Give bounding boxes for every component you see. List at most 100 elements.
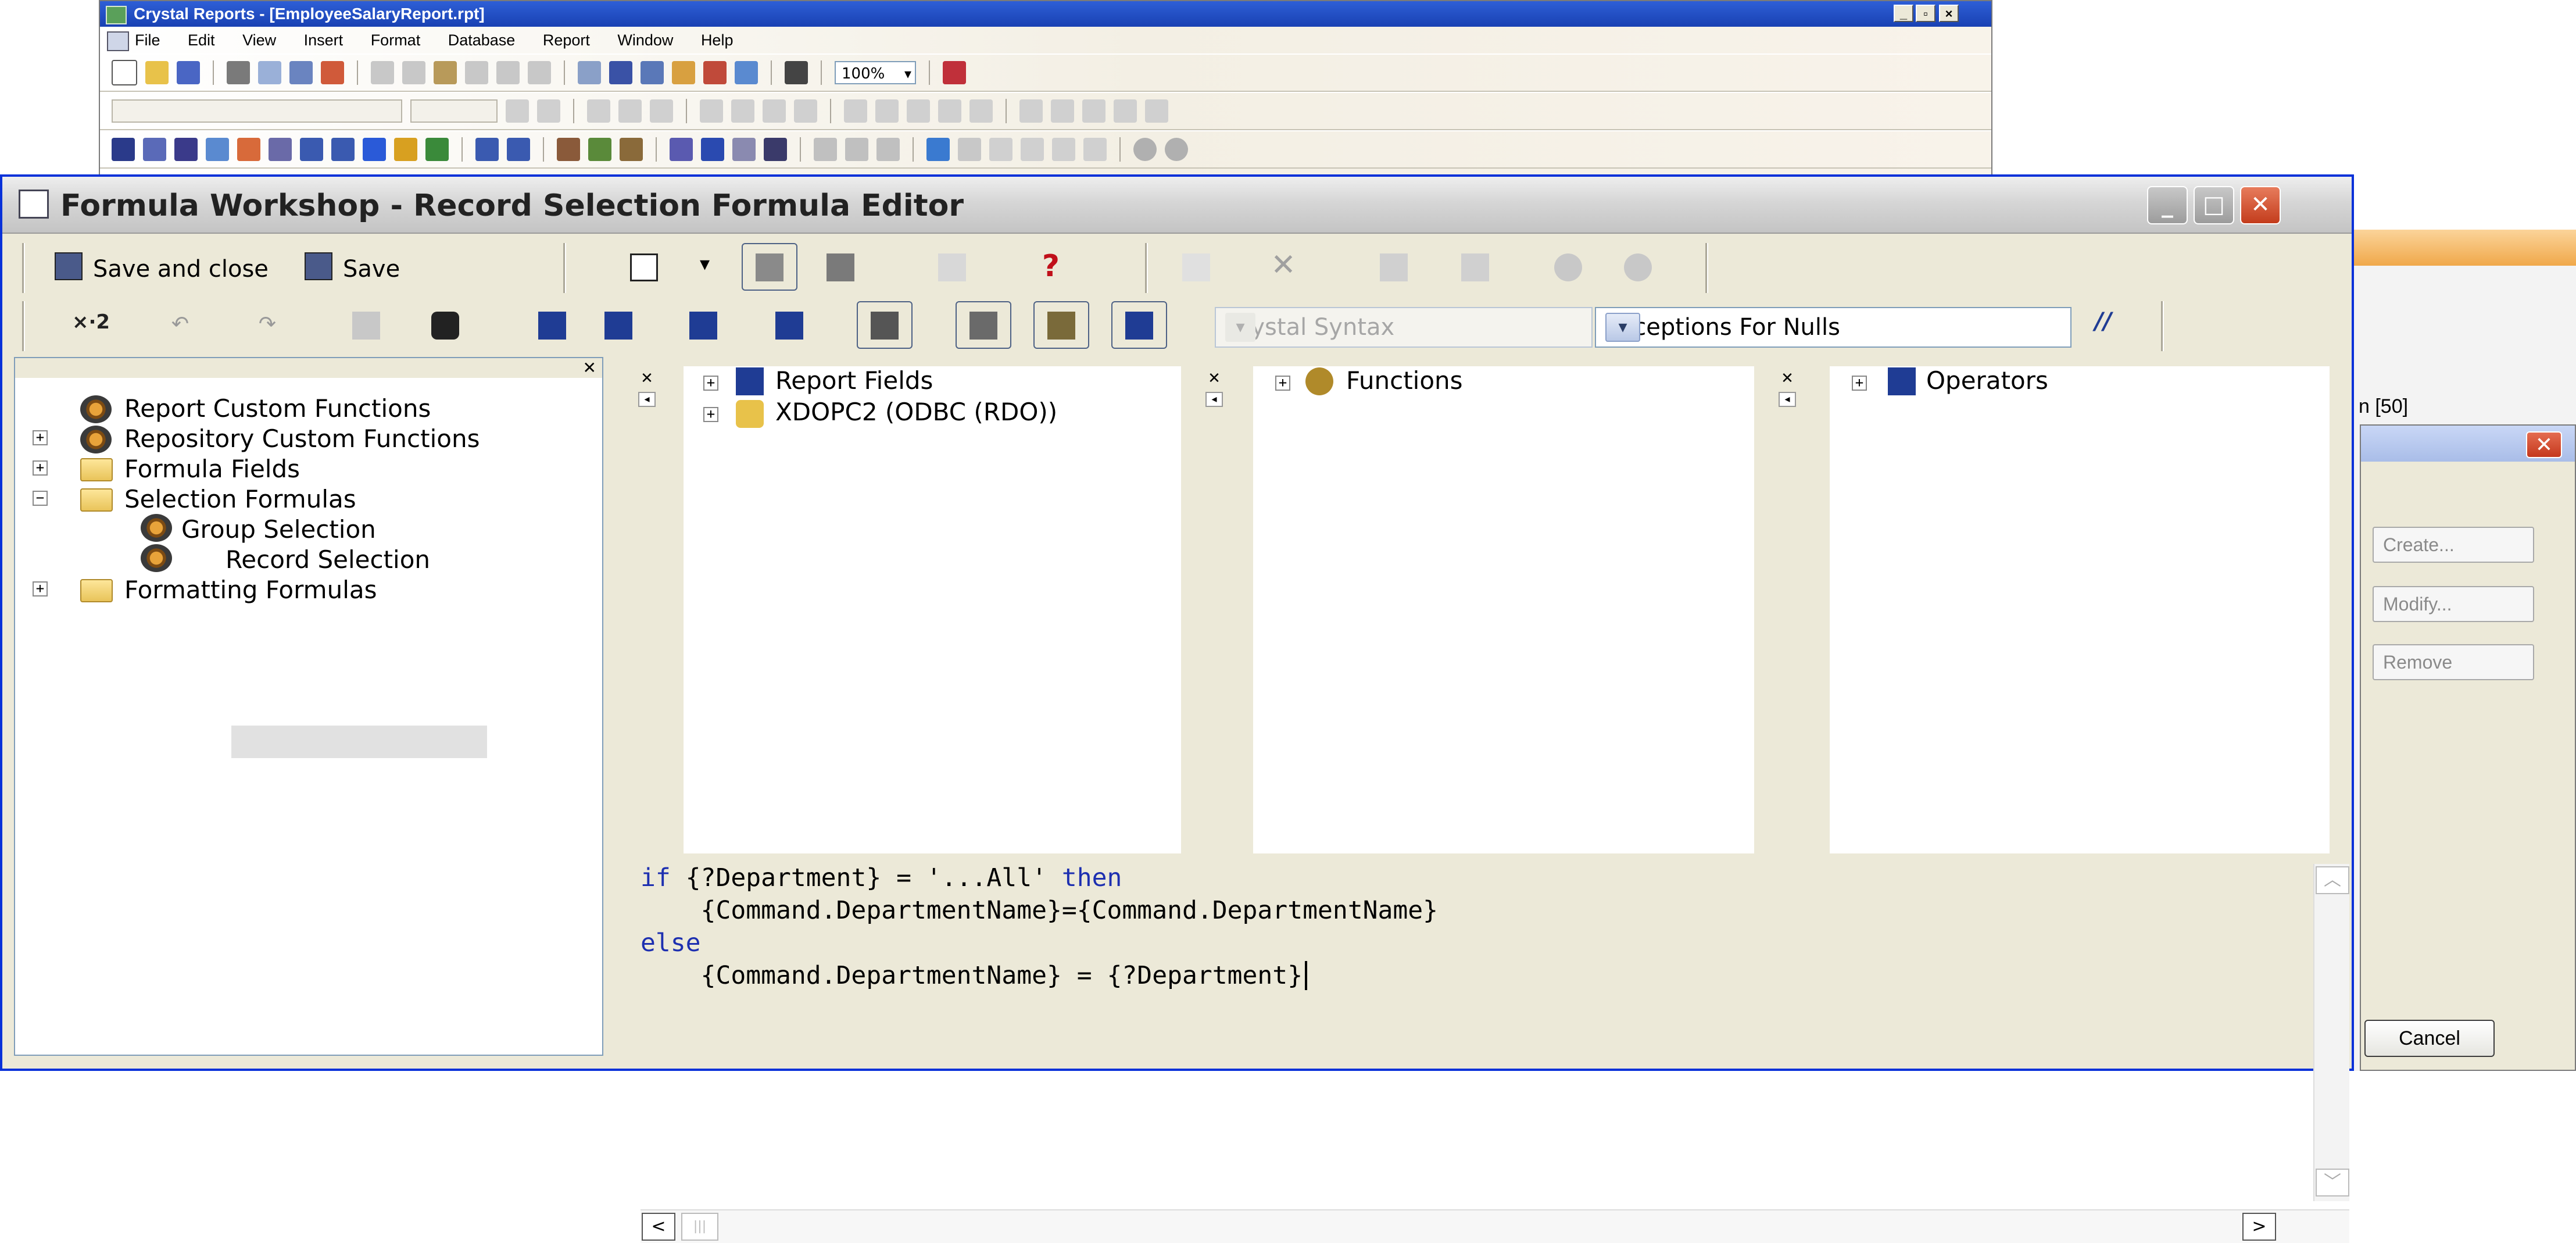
first-page-icon[interactable]: [989, 138, 1012, 161]
cross-tab-icon[interactable]: [206, 138, 229, 161]
open-icon[interactable]: [145, 61, 169, 84]
justify-icon[interactable]: [794, 99, 817, 123]
refresh-icon[interactable]: [289, 61, 313, 84]
fit-icon[interactable]: [876, 138, 900, 161]
close-icon[interactable]: ✕: [638, 371, 656, 386]
toggle-tree-button[interactable]: [742, 243, 797, 291]
datasource-item[interactable]: XDOPC2 (ODBC (RDO)): [775, 398, 1057, 426]
undo-icon[interactable]: ↶: [166, 310, 194, 338]
menu-edit[interactable]: Edit: [188, 31, 215, 49]
zoom-in-icon[interactable]: [814, 138, 837, 161]
group-icon[interactable]: [143, 138, 166, 161]
formula-editor[interactable]: if {?Department} = '...All' then {Comman…: [641, 862, 2362, 1210]
document-icon[interactable]: [107, 31, 129, 51]
font-size-select[interactable]: [410, 99, 498, 123]
select-expert-icon[interactable]: [641, 61, 664, 84]
scroll-left-icon[interactable]: ◂: [638, 392, 656, 407]
expand-icon[interactable]: +: [33, 430, 48, 445]
report-explorer-icon[interactable]: [735, 61, 758, 84]
bug-next-icon[interactable]: [1624, 253, 1652, 281]
maximize-icon[interactable]: □: [2194, 186, 2234, 224]
align-center-icon[interactable]: [731, 99, 754, 123]
align-left-icon[interactable]: [700, 99, 723, 123]
last-page-icon[interactable]: [1083, 138, 1107, 161]
menu-view[interactable]: View: [242, 31, 276, 49]
sort-icon[interactable]: [578, 61, 601, 84]
toggle-fields-button[interactable]: [956, 301, 1011, 349]
comment-button[interactable]: //: [2095, 308, 2112, 335]
zoom-out-icon[interactable]: [845, 138, 868, 161]
highlighting-icon[interactable]: [557, 138, 580, 161]
thousands-icon[interactable]: [1051, 99, 1074, 123]
sort-trees-button[interactable]: [857, 301, 913, 349]
group-expert-icon[interactable]: [609, 61, 632, 84]
delete-icon[interactable]: ✕: [1269, 250, 1297, 280]
cut-icon[interactable]: [371, 61, 394, 84]
tree-item-formula-fields[interactable]: Formula Fields: [124, 455, 300, 483]
restore-icon[interactable]: ▫: [1916, 5, 1935, 22]
copy-icon[interactable]: [402, 61, 425, 84]
format-icon[interactable]: [507, 138, 530, 161]
menu-report[interactable]: Report: [543, 31, 590, 49]
help-icon[interactable]: ?: [1037, 251, 1065, 281]
formula-code[interactable]: if {?Department} = '...All' then {Comman…: [641, 862, 2362, 992]
close-icon[interactable]: ✕: [1779, 371, 1796, 386]
expand-icon[interactable]: +: [703, 376, 718, 391]
chart-icon[interactable]: [394, 138, 417, 161]
close-icon[interactable]: ✕: [2526, 431, 2562, 458]
close-icon[interactable]: ✕: [583, 358, 596, 377]
decrease-font-icon[interactable]: [537, 99, 560, 123]
underline-icon[interactable]: [650, 99, 673, 123]
scroll-left-icon[interactable]: ◂: [1779, 392, 1796, 407]
operators-item[interactable]: Operators: [1926, 366, 2048, 395]
text-object-icon[interactable]: [112, 138, 135, 161]
navigate-icon[interactable]: [670, 138, 693, 161]
border-icon[interactable]: [875, 99, 899, 123]
print-preview-icon[interactable]: [258, 61, 281, 84]
syntax-select[interactable]: Crystal Syntax ▾: [1215, 307, 1593, 348]
report-fields-item[interactable]: Report Fields: [775, 366, 933, 395]
menu-format[interactable]: Format: [371, 31, 421, 49]
remove-button[interactable]: Remove: [2373, 644, 2534, 680]
save-icon[interactable]: [177, 61, 200, 84]
clear-bookmarks-icon[interactable]: [775, 312, 803, 340]
ole-object-icon[interactable]: [237, 138, 260, 161]
cancel-button[interactable]: Cancel: [2364, 1020, 2495, 1057]
database-expert-icon[interactable]: [620, 138, 643, 161]
save-and-close-button[interactable]: Save and close: [55, 243, 299, 291]
expand-node-icon[interactable]: [1380, 253, 1408, 281]
menu-database[interactable]: Database: [448, 31, 516, 49]
browse-data-icon[interactable]: [352, 312, 380, 340]
scroll-up-icon[interactable]: ︿: [2316, 866, 2349, 894]
currency-icon[interactable]: [1019, 99, 1043, 123]
new-icon[interactable]: [112, 60, 137, 85]
editor-horizontal-scrollbar[interactable]: < ||| >: [641, 1209, 2349, 1243]
scroll-down-icon[interactable]: ﹀: [2316, 1169, 2349, 1196]
box-icon[interactable]: [331, 138, 355, 161]
suppress-icon[interactable]: [907, 99, 930, 123]
format-painter-icon[interactable]: [465, 61, 488, 84]
functions-item[interactable]: Functions: [1346, 366, 1463, 395]
scroll-left-icon[interactable]: <: [642, 1213, 675, 1241]
collapse-icon[interactable]: −: [33, 491, 48, 506]
expand-icon[interactable]: +: [33, 581, 48, 597]
close-icon[interactable]: ×: [1939, 5, 1959, 22]
lock-format-icon[interactable]: [938, 99, 961, 123]
tree-item-formatting-formulas[interactable]: Formatting Formulas: [124, 576, 377, 604]
line-icon[interactable]: [300, 138, 323, 161]
forward-icon[interactable]: [1165, 138, 1188, 161]
italic-icon[interactable]: [618, 99, 642, 123]
bug-icon[interactable]: [1554, 253, 1582, 281]
field-explorer-icon[interactable]: [703, 61, 727, 84]
chevron-down-icon[interactable]: ▾: [1225, 313, 1255, 342]
export-icon[interactable]: [321, 61, 344, 84]
modify-button[interactable]: Modify...: [2373, 586, 2534, 622]
next-page-icon[interactable]: [1052, 138, 1075, 161]
refresh-data-icon[interactable]: [926, 138, 950, 161]
collapse-node-icon[interactable]: [1461, 253, 1489, 281]
close-icon[interactable]: ✕: [1205, 371, 1223, 386]
subreport-icon[interactable]: [269, 138, 292, 161]
lock-size-icon[interactable]: [969, 99, 993, 123]
decimal-increase-icon[interactable]: [1114, 99, 1137, 123]
tree-item-repository-custom-functions[interactable]: Repository Custom Functions: [124, 424, 480, 453]
